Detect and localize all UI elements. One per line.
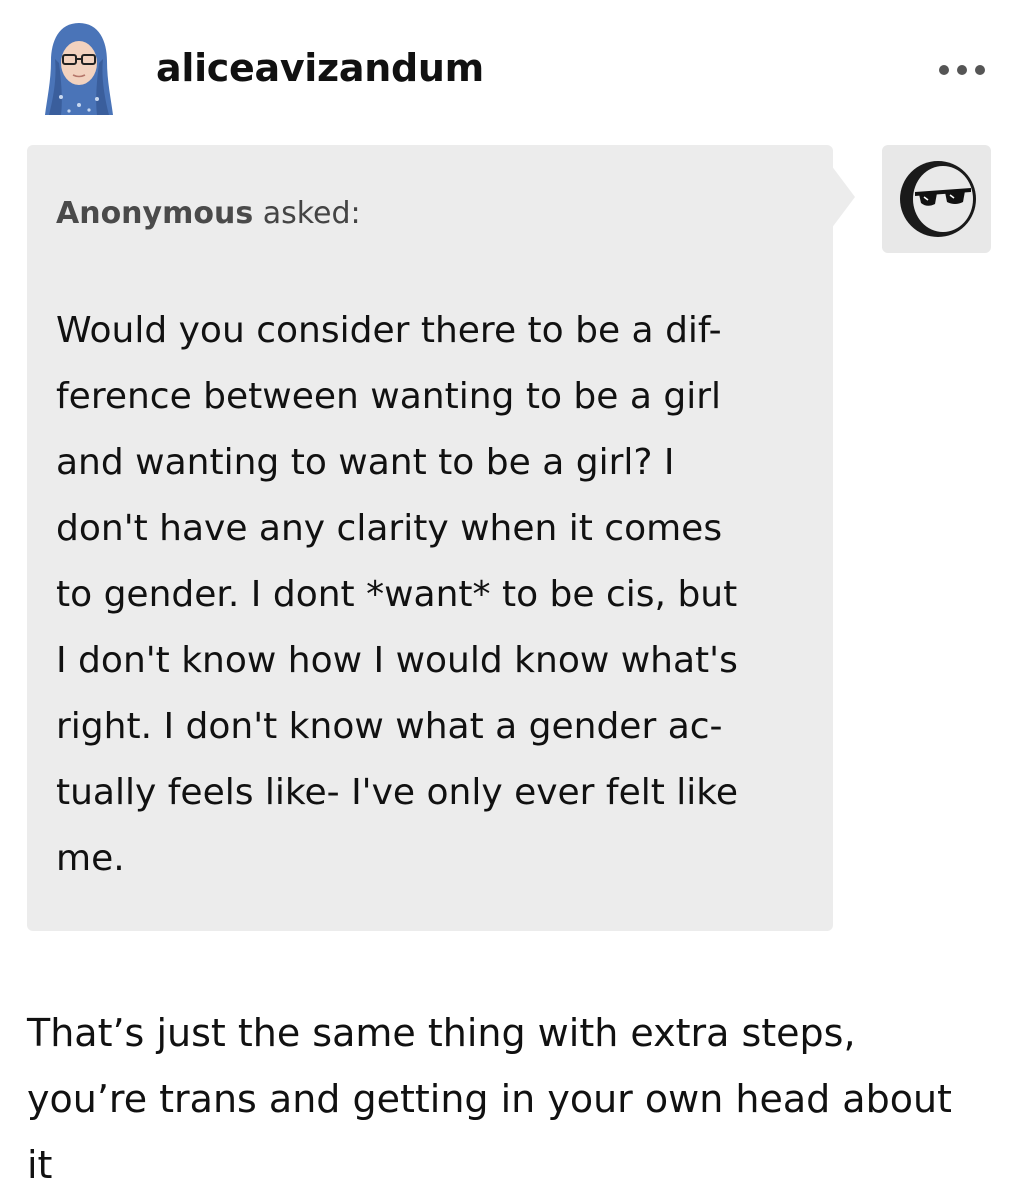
asker-name: Anonymous: [56, 196, 254, 231]
sunglasses-avatar-icon: [897, 158, 979, 240]
question-line: and wanting to want to be a girl? I: [56, 442, 675, 483]
question-line: I don't know how I would know what's: [56, 640, 738, 681]
author-avatar[interactable]: [41, 19, 117, 117]
ask-bubble-tail: [831, 165, 855, 229]
question-line: don't have any clarity when it comes: [56, 508, 723, 549]
asked-label: asked:: [253, 196, 361, 231]
author-username[interactable]: aliceavizandum: [156, 44, 484, 92]
answer-text: That’s just the same thing with extra st…: [27, 1000, 997, 1198]
question-line: right. I don't know what a gender ac-: [56, 706, 723, 747]
question-line: Would you consider there to be a dif-: [56, 310, 722, 351]
question-line: me.: [56, 838, 125, 879]
question-text: Would you consider there to be a dif- fe…: [56, 298, 826, 892]
avatar-image: [41, 19, 117, 117]
asker-avatar-box[interactable]: [882, 145, 991, 253]
question-line: to gender. I dont *want* to be cis, but: [56, 574, 738, 615]
more-options-button[interactable]: [930, 52, 994, 88]
asker-line: Anonymous asked:: [56, 192, 361, 236]
answer-line: That’s just the same thing with extra st…: [27, 1011, 856, 1055]
post-header: aliceavizandum: [0, 0, 1018, 140]
question-line: tually feels like- I've only ever felt l…: [56, 772, 739, 813]
answer-line: you’re trans and getting in your own hea…: [27, 1077, 952, 1121]
answer-line: it: [27, 1143, 53, 1187]
question-line: ference between wanting to be a girl: [56, 376, 722, 417]
ellipsis-icon: [939, 65, 985, 75]
